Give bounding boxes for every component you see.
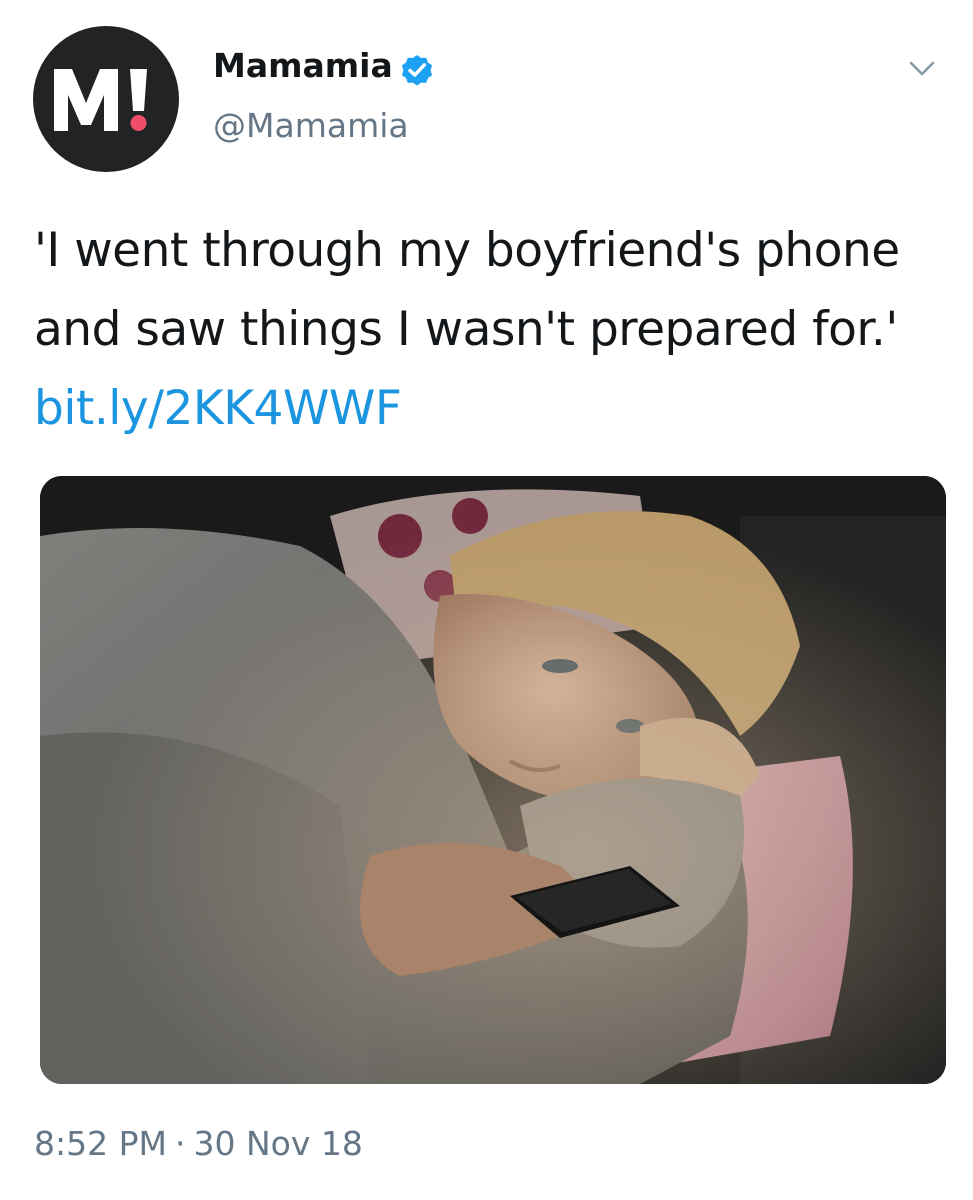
- photo-illustration: [40, 476, 946, 1084]
- tweet-text: 'I went through my boyfriend's phone and…: [34, 211, 944, 448]
- handle[interactable]: @Mamamia: [213, 106, 409, 146]
- tweet-body: 'I went through my boyfriend's phone and…: [34, 223, 900, 357]
- avatar[interactable]: [33, 26, 179, 172]
- verified-badge-icon: [401, 54, 433, 86]
- meta-separator: ·: [174, 1124, 186, 1163]
- tweet-time: 8:52 PM: [34, 1124, 167, 1163]
- mamamia-logo-icon: [54, 69, 147, 131]
- display-name[interactable]: Mamamia: [213, 46, 393, 86]
- chevron-down-icon[interactable]: [906, 52, 938, 84]
- tweet-timestamp[interactable]: 8:52 PM · 30 Nov 18: [34, 1124, 363, 1164]
- tweet-date: 30 Nov 18: [193, 1124, 363, 1163]
- tweet-link[interactable]: bit.ly/2KK4WWF: [34, 381, 402, 436]
- tweet-photo[interactable]: [40, 476, 946, 1084]
